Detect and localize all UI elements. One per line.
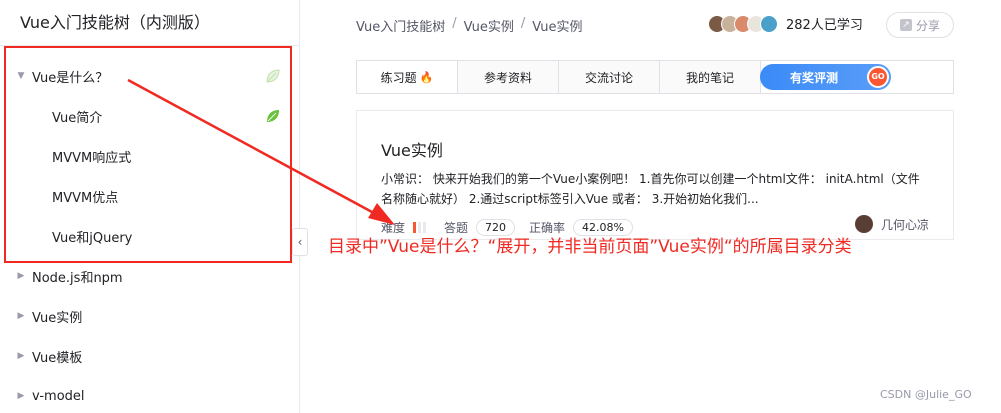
- annotation-arrow-icon: [127, 78, 395, 225]
- watermark: CSDN @Julie_GO: [880, 388, 972, 401]
- annotation-text: 目录中”Vue是什么？“展开，并非当前页面”Vue实例“的所属目录分类: [328, 237, 852, 257]
